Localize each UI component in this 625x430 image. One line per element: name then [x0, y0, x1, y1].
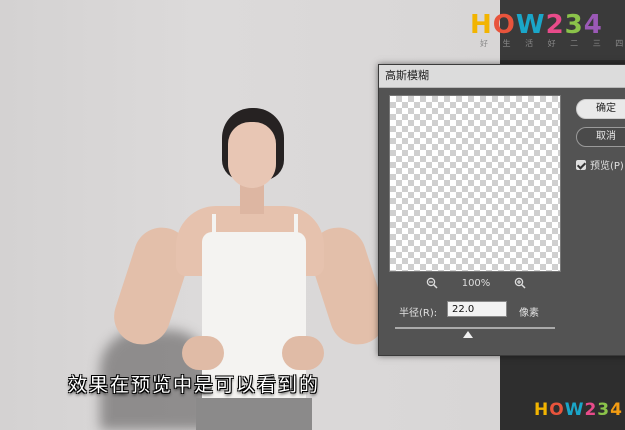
- zoom-out-icon[interactable]: [425, 277, 439, 291]
- pants: [196, 398, 312, 430]
- zoom-level: 100%: [461, 278, 491, 289]
- preview-checkbox-label: 预览(P): [590, 161, 624, 172]
- ok-button[interactable]: 确定: [576, 99, 625, 119]
- right-strap: [294, 214, 298, 244]
- left-hand: [182, 336, 224, 370]
- gaussian-blur-dialog: 高斯模糊 100% 半径(R): 像素 确定 取消 预览(P): [378, 64, 625, 356]
- face: [228, 122, 276, 188]
- radius-slider-track[interactable]: [395, 327, 555, 329]
- preview-checkbox[interactable]: [576, 160, 586, 170]
- radius-unit: 像素: [519, 308, 539, 319]
- site-logo-tagline: 好 生 活 好 二 三 四: [480, 39, 625, 48]
- watermark-logo: HOW234: [534, 400, 623, 420]
- left-strap: [212, 214, 216, 244]
- site-logo: HOW234 好 生 活 好 二 三 四: [470, 10, 623, 48]
- video-subtitle: 效果在预览中是可以看到的: [68, 374, 321, 396]
- radius-input[interactable]: [447, 301, 507, 317]
- radius-label: 半径(R):: [399, 308, 438, 319]
- preview-toggle[interactable]: 预览(P): [576, 157, 624, 172]
- cancel-button[interactable]: 取消: [576, 127, 625, 147]
- blur-preview-pane[interactable]: [389, 95, 561, 272]
- zoom-in-icon[interactable]: [513, 277, 527, 291]
- zoom-controls: 100%: [389, 277, 561, 291]
- dialog-title[interactable]: 高斯模糊: [379, 65, 625, 88]
- right-hand: [282, 336, 324, 370]
- radius-slider-thumb[interactable]: [463, 331, 473, 338]
